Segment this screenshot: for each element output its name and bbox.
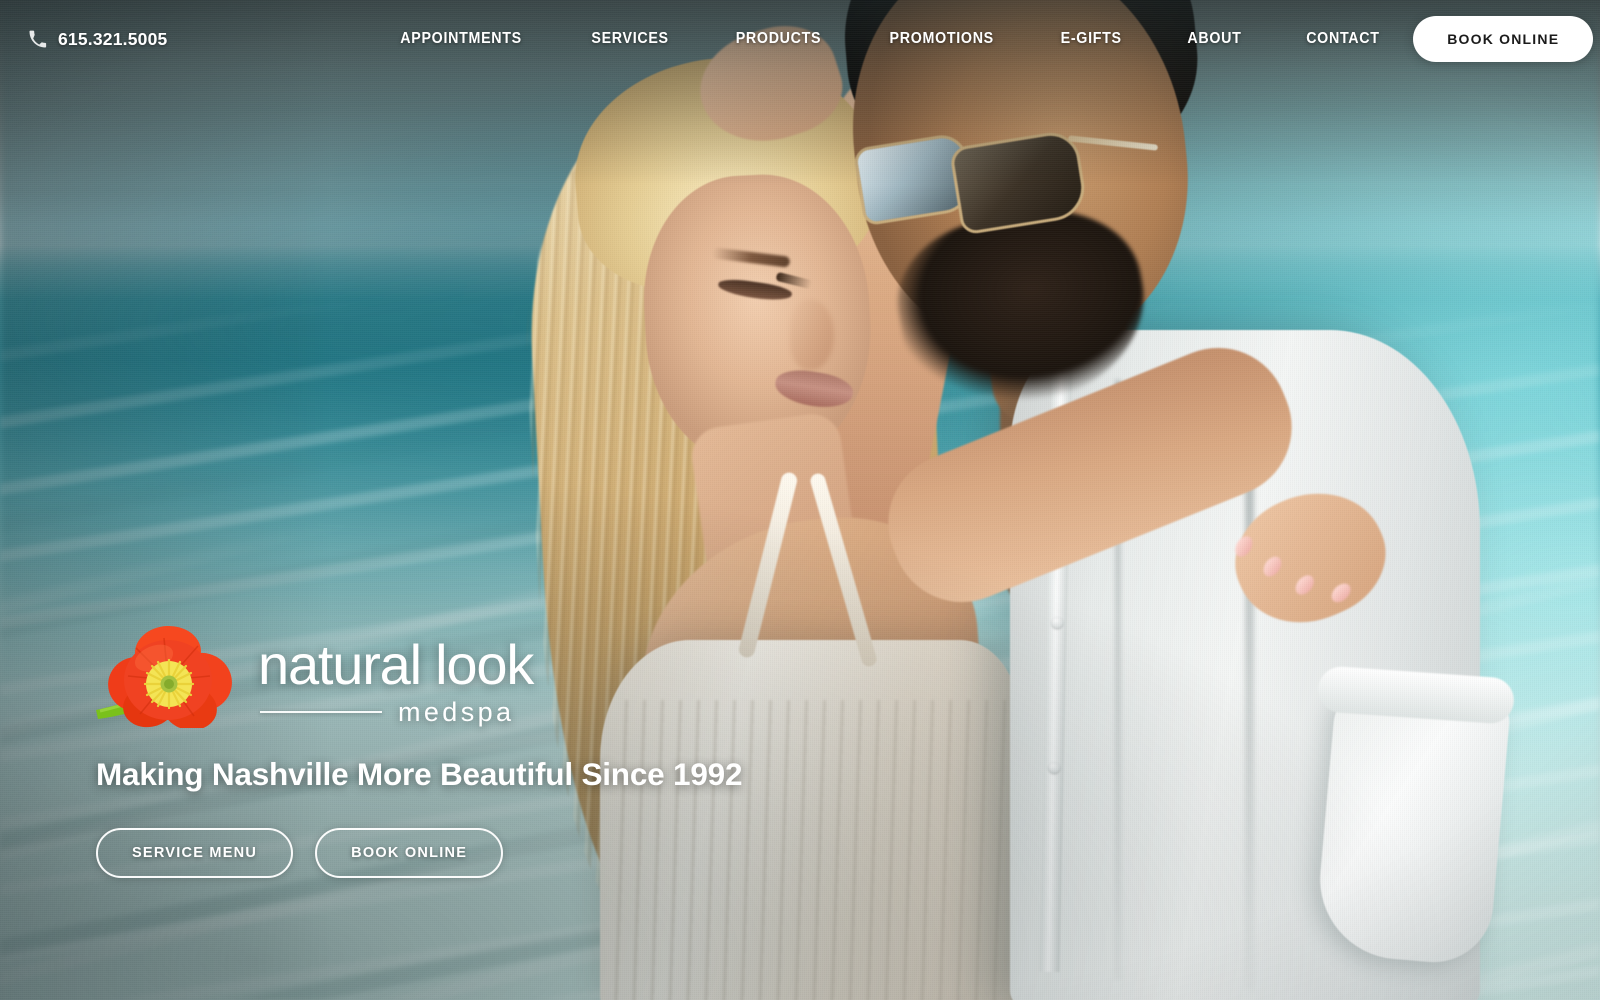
phone-icon (29, 30, 47, 47)
nav-item-promotions[interactable]: PROMOTIONS (862, 30, 1022, 48)
brand-subname: medspa (398, 696, 515, 727)
nav-item-services[interactable]: SERVICES (563, 30, 696, 48)
brand-name: natural look (258, 632, 534, 696)
man-shirt-fold-2 (1245, 420, 1254, 990)
site-header: 615.321.5005 APPOINTMENTS SERVICES PRODU… (0, 0, 1600, 78)
site-logo[interactable]: natural look medspa (94, 618, 534, 730)
fingernail (1259, 553, 1285, 580)
poppy-flower-icon (94, 618, 244, 730)
woman-nose (790, 300, 834, 370)
shirt-button (1051, 616, 1063, 629)
primary-navigation: APPOINTMENTS SERVICES PRODUCTS PROMOTION… (365, 30, 1413, 48)
nav-item-about[interactable]: ABOUT (1159, 30, 1268, 48)
nav-item-e-gifts[interactable]: E-GIFTS (1033, 30, 1149, 48)
logo-wordmark: natural look medspa (258, 632, 534, 728)
book-online-hero-button[interactable]: BOOK ONLINE (315, 828, 504, 878)
service-menu-button[interactable]: SERVICE MENU (96, 828, 294, 878)
logo-divider-rule (260, 711, 382, 714)
nav-item-contact[interactable]: CONTACT (1279, 30, 1408, 48)
fingernail (1327, 579, 1355, 606)
hero-cta-group: SERVICE MENU BOOK ONLINE (96, 828, 504, 878)
shirt-button (1048, 761, 1060, 774)
book-online-header-button[interactable]: BOOK ONLINE (1413, 16, 1594, 62)
phone-number-text: 615.321.5005 (58, 28, 168, 49)
hero-tagline: Making Nashville More Beautiful Since 19… (96, 755, 743, 792)
fingernail (1291, 571, 1318, 599)
phone-number-link[interactable]: 615.321.5005 (28, 29, 167, 50)
man-rolled-sleeve (1313, 682, 1512, 968)
hero-section: 615.321.5005 APPOINTMENTS SERVICES PRODU… (0, 0, 1600, 1000)
brand-sub-row: medspa (258, 696, 533, 727)
hero-content: natural look medspa Making Nashville Mor… (94, 618, 743, 878)
nav-item-appointments[interactable]: APPOINTMENTS (373, 30, 550, 48)
nav-item-products[interactable]: PRODUCTS (708, 30, 849, 48)
